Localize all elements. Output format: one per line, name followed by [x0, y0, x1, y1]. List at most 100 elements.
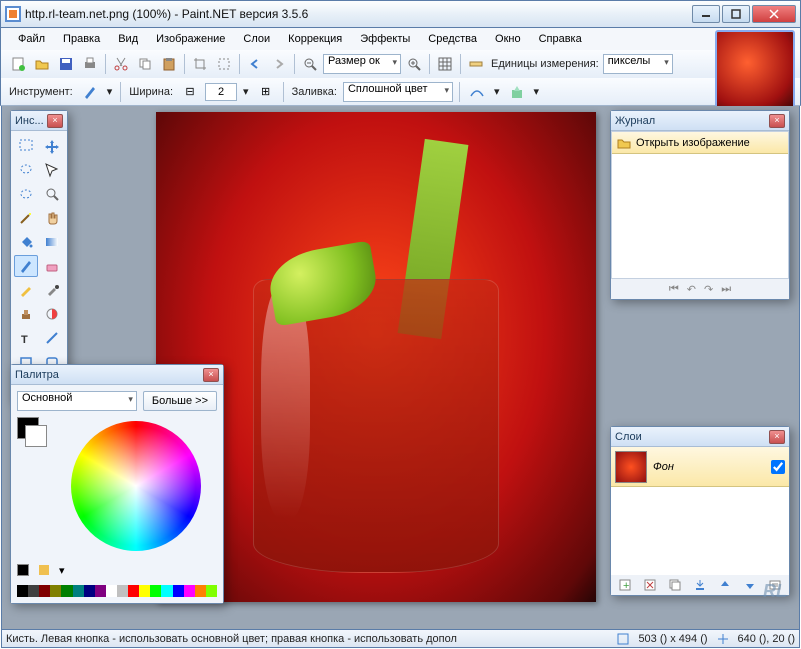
history-panel[interactable]: Журнал× Открыть изображение ⏮ ↶ ↷ ⏭ — [610, 110, 790, 300]
paste-icon[interactable] — [158, 53, 180, 75]
deselect-icon[interactable] — [213, 53, 235, 75]
palette-color[interactable] — [206, 585, 217, 597]
panel-close-button[interactable]: × — [769, 430, 785, 444]
fill-select[interactable]: Сплошной цвет — [343, 82, 453, 102]
crop-icon[interactable] — [189, 53, 211, 75]
menu-image[interactable]: Изображение — [147, 30, 234, 48]
tool-move-selection[interactable] — [40, 135, 64, 157]
zoom-in-icon[interactable] — [403, 53, 425, 75]
tool-clone[interactable] — [14, 303, 38, 325]
palette-color[interactable] — [61, 585, 72, 597]
menu-help[interactable]: Справка — [530, 30, 591, 48]
tool-ellipse-select[interactable] — [14, 183, 38, 205]
ruler-icon[interactable] — [465, 53, 487, 75]
current-tool-icon[interactable] — [79, 81, 101, 103]
panel-close-button[interactable]: × — [203, 368, 219, 382]
copy-icon[interactable] — [134, 53, 156, 75]
dropdown-arrow-icon[interactable]: ▾ — [105, 85, 115, 98]
tool-gradient[interactable] — [40, 231, 64, 253]
width-minus-button[interactable]: ⊟ — [179, 81, 201, 103]
print-icon[interactable] — [79, 53, 101, 75]
history-item[interactable]: Открыть изображение — [612, 132, 788, 154]
panel-close-button[interactable]: × — [47, 114, 63, 128]
tool-pencil[interactable] — [14, 279, 38, 301]
panel-close-button[interactable]: × — [769, 114, 785, 128]
cut-icon[interactable] — [110, 53, 132, 75]
history-redo-icon[interactable]: ↷ — [704, 283, 713, 296]
tool-lasso[interactable] — [14, 159, 38, 181]
swap-colors-icon[interactable] — [17, 564, 29, 576]
palette-color[interactable] — [150, 585, 161, 597]
history-undo-icon[interactable]: ↶ — [687, 283, 696, 296]
secondary-color-swatch[interactable] — [25, 425, 47, 447]
palette-menu-icon[interactable] — [33, 559, 55, 581]
duplicate-layer-icon[interactable] — [665, 574, 686, 596]
palette-strip[interactable] — [17, 585, 217, 597]
palette-color[interactable] — [106, 585, 117, 597]
tool-color-picker[interactable] — [40, 279, 64, 301]
palette-color[interactable] — [50, 585, 61, 597]
tool-zoom[interactable] — [40, 183, 64, 205]
palette-color[interactable] — [139, 585, 150, 597]
menu-edit[interactable]: Правка — [54, 30, 109, 48]
new-icon[interactable] — [7, 53, 29, 75]
tool-brush[interactable] — [14, 255, 38, 277]
palette-mode-select[interactable]: Основной — [17, 391, 137, 411]
layers-panel[interactable]: Слои× Фон + — [610, 426, 790, 596]
menu-effects[interactable]: Эффекты — [351, 30, 419, 48]
palette-color[interactable] — [117, 585, 128, 597]
palette-more-button[interactable]: Больше >> — [143, 391, 217, 411]
dropdown-arrow-icon[interactable]: ▾ — [241, 85, 251, 98]
layer-visible-checkbox[interactable] — [771, 460, 785, 474]
tool-pan[interactable] — [40, 207, 64, 229]
menu-adjust[interactable]: Коррекция — [279, 30, 351, 48]
tool-move[interactable] — [40, 159, 64, 181]
redo-icon[interactable] — [268, 53, 290, 75]
tool-bucket[interactable] — [14, 231, 38, 253]
layer-row[interactable]: Фон — [611, 447, 789, 487]
add-layer-icon[interactable]: + — [615, 574, 636, 596]
palette-color[interactable] — [17, 585, 28, 597]
width-input[interactable] — [205, 83, 237, 101]
merge-layer-icon[interactable] — [690, 574, 711, 596]
palette-color[interactable] — [184, 585, 195, 597]
tool-eraser[interactable] — [40, 255, 64, 277]
zoom-out-icon[interactable] — [299, 53, 321, 75]
palette-color[interactable] — [195, 585, 206, 597]
save-icon[interactable] — [55, 53, 77, 75]
tool-rect-select[interactable] — [14, 135, 38, 157]
delete-layer-icon[interactable] — [640, 574, 661, 596]
tool-recolor[interactable] — [40, 303, 64, 325]
menu-layers[interactable]: Слои — [234, 30, 279, 48]
close-button[interactable] — [752, 5, 796, 23]
layer-up-icon[interactable] — [714, 574, 735, 596]
menu-file[interactable]: Файл — [9, 30, 54, 48]
menu-view[interactable]: Вид — [109, 30, 147, 48]
units-select[interactable]: пикселы — [603, 54, 673, 74]
history-last-icon[interactable]: ⏭ — [721, 283, 731, 296]
palette-color[interactable] — [128, 585, 139, 597]
tool-text[interactable]: T — [14, 327, 38, 349]
width-plus-button[interactable]: ⊞ — [255, 81, 277, 103]
blend-icon[interactable] — [506, 81, 528, 103]
image-thumbnail[interactable] — [715, 30, 795, 110]
zoom-select[interactable]: Размер ок — [323, 54, 401, 74]
menu-tools[interactable]: Средства — [419, 30, 486, 48]
open-icon[interactable] — [31, 53, 53, 75]
palette-color[interactable] — [73, 585, 84, 597]
antialias-icon[interactable] — [466, 81, 488, 103]
maximize-button[interactable] — [722, 5, 750, 23]
color-wheel[interactable] — [71, 421, 201, 551]
tools-panel[interactable]: Инс...× T — [10, 110, 68, 402]
palette-color[interactable] — [84, 585, 95, 597]
history-first-icon[interactable]: ⏮ — [669, 283, 679, 296]
grid-icon[interactable] — [434, 53, 456, 75]
palette-color[interactable] — [173, 585, 184, 597]
palette-panel[interactable]: Палитра× Основной Больше >> ▾ — [10, 364, 224, 604]
palette-color[interactable] — [28, 585, 39, 597]
palette-color[interactable] — [161, 585, 172, 597]
palette-color[interactable] — [39, 585, 50, 597]
undo-icon[interactable] — [244, 53, 266, 75]
minimize-button[interactable] — [692, 5, 720, 23]
menu-window[interactable]: Окно — [486, 30, 530, 48]
